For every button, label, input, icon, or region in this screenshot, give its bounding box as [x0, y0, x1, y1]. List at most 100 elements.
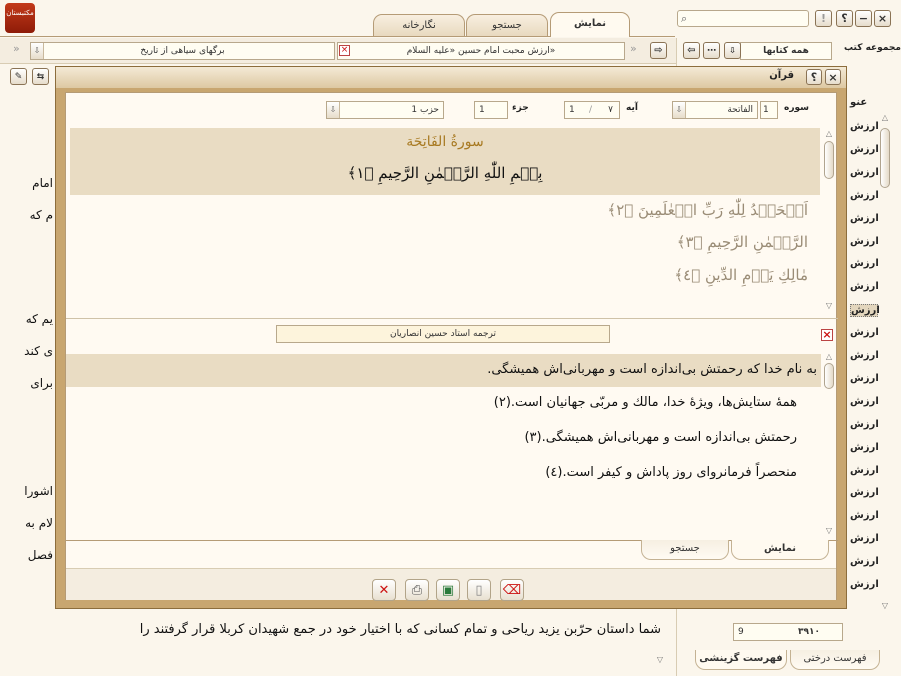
- alert-button[interactable]: !: [815, 10, 832, 27]
- back-button[interactable]: ⇦: [683, 42, 700, 59]
- quran-scrollbar[interactable]: △ ▽: [823, 128, 835, 312]
- collection-dropdown-icon[interactable]: ⇩: [724, 42, 741, 59]
- tab-gallery[interactable]: نگارخانه: [373, 14, 465, 36]
- list-item[interactable]: ارزش: [850, 258, 879, 269]
- dropdown-icon[interactable]: ⇩: [327, 102, 340, 118]
- translation-line: منحصراً فرمانروای روز پاداش و کیفر است.(…: [545, 465, 797, 480]
- close-app-button[interactable]: ×: [874, 10, 891, 27]
- scroll-up-icon[interactable]: △: [823, 128, 835, 140]
- list-scrollbar[interactable]: △ ▽: [879, 112, 891, 612]
- tab-search[interactable]: جستجو: [466, 14, 548, 36]
- surah-number-input[interactable]: 1: [760, 101, 778, 119]
- counter-field: 9 ۳۹۱۰: [733, 623, 843, 641]
- list-item[interactable]: ارزش: [850, 487, 879, 498]
- list-item[interactable]: ارزش: [850, 419, 879, 430]
- close-translation-icon[interactable]: ×: [821, 329, 833, 341]
- quran-close-button[interactable]: ×: [825, 69, 841, 85]
- close-doc-icon[interactable]: ×: [339, 45, 350, 56]
- collection-value: همه کتابها: [763, 46, 809, 56]
- collection-label: مجموعه کتب: [844, 43, 901, 53]
- ayah-from: 1: [569, 105, 575, 115]
- page-button[interactable]: ▯: [467, 579, 491, 601]
- bg-text-bottom-line: شما داستان حرّبن یزید ریاحی و تمام کسانی…: [139, 622, 661, 637]
- juz-input[interactable]: 1: [474, 101, 508, 119]
- list-item[interactable]: ارزش: [850, 281, 879, 292]
- scroll-down-icon[interactable]: ▽: [823, 300, 835, 312]
- bg-text-fragment: م که: [29, 208, 53, 222]
- quran-tab-search[interactable]: جستجو: [641, 540, 729, 560]
- tab-selective-list[interactable]: فهرست گزینشی: [695, 650, 787, 670]
- ayah-to: ۷: [608, 105, 613, 115]
- list-item[interactable]: ارزش: [850, 556, 879, 567]
- image-button[interactable]: ▣: [436, 579, 460, 601]
- tools-icon[interactable]: ✎: [10, 68, 27, 85]
- forward-button[interactable]: ⇨: [650, 42, 667, 59]
- tab-display[interactable]: نمایش: [550, 12, 630, 37]
- bg-text-fragment: یم که: [25, 312, 53, 326]
- list-item[interactable]: ارزش: [850, 144, 879, 155]
- ayah-label: آیه: [626, 103, 638, 113]
- list-header: عنو: [850, 97, 868, 108]
- ayah-range-input[interactable]: 1 / ۷: [564, 101, 620, 119]
- list-item[interactable]: ارزش: [850, 350, 879, 361]
- scroll-up-icon[interactable]: △: [823, 351, 835, 363]
- search-input[interactable]: ⌕: [677, 10, 809, 27]
- cancel-button[interactable]: ✕: [372, 579, 396, 601]
- pane-divider: [66, 318, 838, 319]
- scroll-up-icon[interactable]: △: [879, 112, 891, 124]
- quran-tab-display[interactable]: نمایش: [731, 540, 829, 560]
- export-icon[interactable]: ⇆: [32, 68, 49, 85]
- help-button[interactable]: ؟: [836, 10, 853, 27]
- verse: الرَّحۡمٰنِ الرَّحِيمِ ﴿٣﴾: [676, 233, 808, 251]
- scroll-down-icon[interactable]: ▽: [654, 654, 666, 666]
- collection-select[interactable]: همه کتابها: [740, 42, 832, 60]
- translation-line: رحمتش بی‌اندازه است و مهربانی‌اش همیشگی.…: [524, 430, 797, 445]
- list-item[interactable]: ارزش: [850, 373, 879, 384]
- translator-select[interactable]: ترجمه استاد حسین انصاریان: [276, 325, 610, 343]
- list-item[interactable]: ارزش: [850, 167, 879, 178]
- scroll-down-icon[interactable]: ▽: [823, 525, 835, 537]
- translation-scrollbar[interactable]: △ ▽: [823, 351, 835, 537]
- scroll-down-icon[interactable]: ▽: [879, 600, 891, 612]
- list-item[interactable]: ارزش: [850, 442, 879, 453]
- scroll-thumb[interactable]: [824, 363, 834, 389]
- quran-body: سوره 1 ⇩ الفاتحة آیه 1 / ۷ جزء 1 ⇩ حزب 1…: [65, 92, 838, 600]
- search-icon: ⌕: [681, 12, 688, 25]
- bookmarks-field[interactable]: ⇩ برگهای سیاهی از تاریخ: [30, 42, 335, 60]
- prev-chevron-icon[interactable]: »: [13, 42, 20, 55]
- list-item[interactable]: ارزش: [850, 396, 879, 407]
- list-item[interactable]: ارزش: [850, 533, 879, 544]
- bg-text-fragment: ی کند: [24, 344, 53, 358]
- quran-help-button[interactable]: ؟: [806, 69, 822, 85]
- print-button[interactable]: ⎙: [405, 579, 429, 601]
- list-item[interactable]: ارزش: [850, 190, 879, 201]
- quran-title: قرآن: [769, 70, 794, 81]
- app-logo: مکتبستان: [5, 3, 35, 33]
- quran-text-area: سورةُ الفَاتِحَة بِسۡمِ اللّٰهِ الرَّحۡم…: [70, 128, 820, 312]
- remove-bookmark-button[interactable]: ⌫: [500, 579, 524, 601]
- doc-scrollbar[interactable]: ▽: [654, 600, 666, 670]
- surah-heading: سورةُ الفَاتِحَة: [406, 134, 484, 150]
- list-item[interactable]: ارزش: [850, 579, 879, 590]
- list-item[interactable]: ارزش: [850, 213, 879, 224]
- next-chevron-icon[interactable]: »: [630, 42, 637, 55]
- counter-left: 9: [738, 627, 744, 637]
- list-item[interactable]: ارزش: [850, 465, 879, 476]
- dropdown-icon[interactable]: ⇩: [31, 43, 44, 59]
- translation-area: به نام خدا که رحمتش بی‌اندازه است و مهرب…: [66, 351, 821, 537]
- list-item[interactable]: ارزش: [850, 121, 879, 132]
- dropdown-icon[interactable]: ⇩: [673, 102, 686, 118]
- juz-label: جزء: [512, 103, 529, 113]
- minimize-button[interactable]: −: [855, 10, 872, 27]
- list-item[interactable]: ارزش: [850, 327, 879, 338]
- scroll-thumb[interactable]: [880, 128, 890, 188]
- list-item[interactable]: ارزش: [850, 236, 879, 247]
- scroll-thumb[interactable]: [824, 141, 834, 179]
- list-item[interactable]: ارزش: [850, 510, 879, 521]
- surah-select[interactable]: ⇩ الفاتحة: [672, 101, 758, 119]
- list-item[interactable]: ارزش: [850, 304, 880, 318]
- more-options-icon[interactable]: ⋯: [703, 42, 720, 59]
- quran-window: قرآن ؟ × سوره 1 ⇩ الفاتحة آیه 1 / ۷ جزء …: [55, 66, 847, 609]
- hizb-select[interactable]: ⇩ حزب 1: [326, 101, 444, 119]
- tab-tree-list[interactable]: فهرست درختی: [790, 650, 880, 670]
